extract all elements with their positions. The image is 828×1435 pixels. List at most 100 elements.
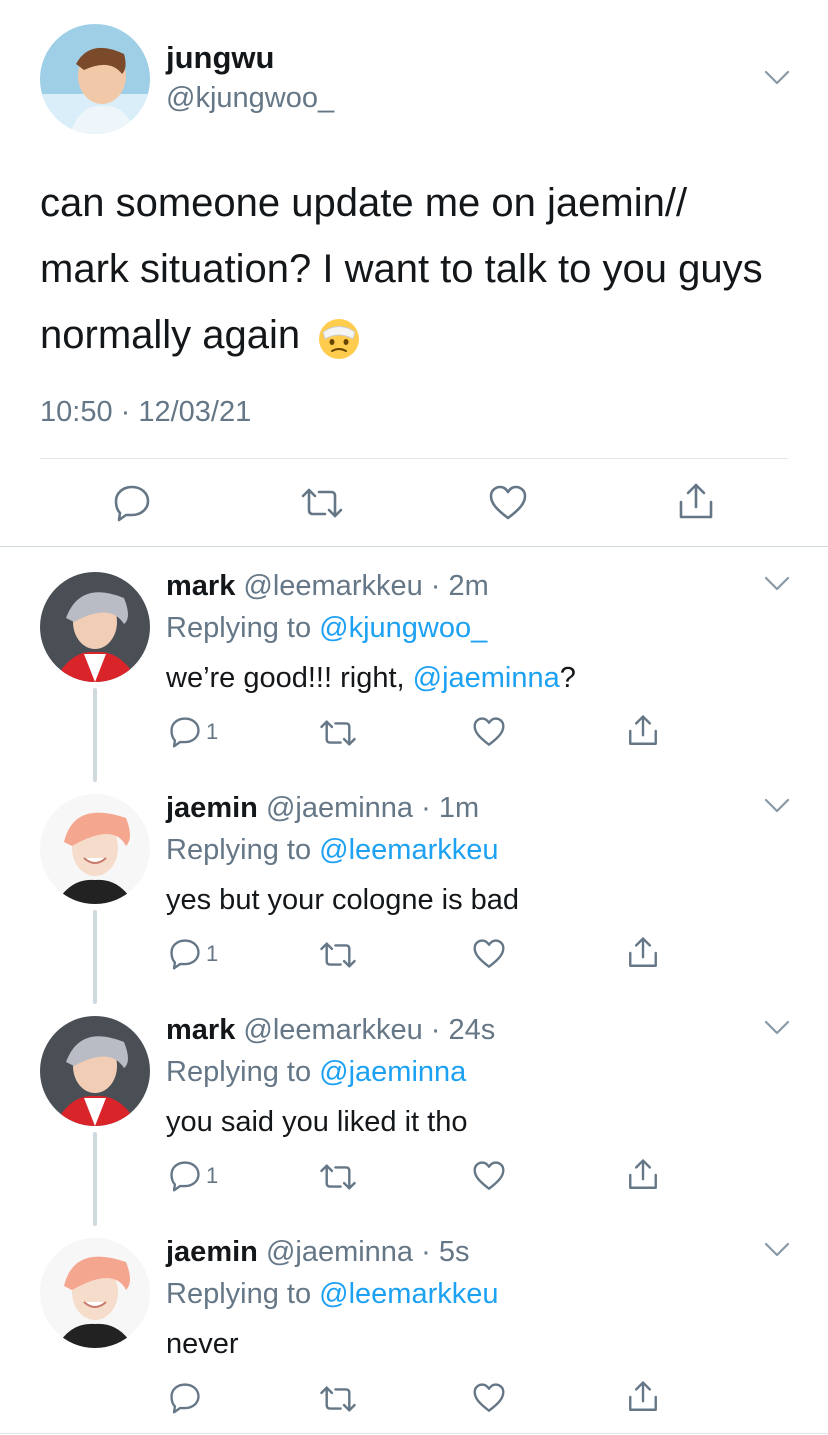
reply-mention-link[interactable]: @jaeminna <box>413 662 560 694</box>
reply-handle-time[interactable]: @jaeminna · 5s <box>266 1236 470 1268</box>
retweet-icon <box>320 720 356 746</box>
chevron-down-icon[interactable] <box>764 1020 790 1036</box>
main-tweet-body: can someone update me on jaemin// mark s… <box>40 181 763 357</box>
reply-icon <box>170 1161 200 1192</box>
reply-reply-button[interactable]: 1 <box>168 938 218 970</box>
reply-retweet-button[interactable] <box>318 1384 358 1414</box>
avatar-photo <box>40 24 150 134</box>
reply-like-button[interactable] <box>472 716 506 748</box>
reply-header: jaemin @jaeminna · 5s <box>166 1236 469 1269</box>
reply-share-button[interactable] <box>626 1158 660 1192</box>
thread-line <box>93 910 97 1004</box>
thread-line <box>93 688 97 782</box>
main-reply-button[interactable] <box>112 484 152 522</box>
reply-display-name[interactable]: mark <box>166 1014 235 1046</box>
reply-reply-button[interactable]: 1 <box>168 1160 218 1192</box>
share-icon <box>629 1159 657 1189</box>
retweet-icon <box>320 1164 356 1190</box>
main-avatar[interactable] <box>40 24 150 134</box>
replying-to-prefix: Replying to <box>166 612 312 644</box>
replying-to-prefix: Replying to <box>166 1056 312 1088</box>
share-icon <box>629 937 657 967</box>
reply-handle-time[interactable]: @leemarkkeu · 2m <box>243 570 488 602</box>
reply-retweet-button[interactable] <box>318 1162 358 1192</box>
reply-header: mark @leemarkkeu · 2m <box>166 570 489 603</box>
thread-line <box>93 1132 97 1226</box>
replying-to-prefix: Replying to <box>166 1278 312 1310</box>
like-icon <box>473 717 505 746</box>
reply-count: 1 <box>206 941 219 966</box>
chevron-down-icon[interactable] <box>764 1242 790 1258</box>
like-icon <box>473 1161 505 1190</box>
reply-retweet-button[interactable] <box>318 940 358 970</box>
main-retweet-button[interactable] <box>299 486 345 520</box>
retweet-icon <box>320 942 356 968</box>
reply-avatar-jaemin[interactable] <box>40 794 150 904</box>
reply-avatar-jaemin[interactable] <box>40 1238 150 1348</box>
avatar-photo <box>40 1238 150 1348</box>
reply-display-name[interactable]: mark <box>166 570 235 602</box>
reply-like-button[interactable] <box>472 1382 506 1414</box>
reply-avatar-mark[interactable] <box>40 572 150 682</box>
share-icon <box>679 483 713 519</box>
avatar-photo <box>40 572 150 682</box>
reply-reply-button[interactable] <box>168 1382 206 1414</box>
replying-to-mention[interactable]: @jaeminna <box>319 1056 466 1088</box>
replying-to: Replying to @leemarkkeu <box>166 1278 499 1311</box>
reply-icon <box>114 485 150 522</box>
bandage-face-emoji <box>317 315 361 360</box>
like-icon <box>473 939 505 968</box>
retweet-icon <box>320 1386 356 1412</box>
main-handle[interactable]: @kjungwoo_ <box>166 82 334 115</box>
replying-to-mention[interactable]: @leemarkkeu <box>319 834 498 866</box>
main-share-button[interactable] <box>676 482 716 522</box>
replying-to: Replying to @kjungwoo_ <box>166 612 487 645</box>
reply-header: jaemin @jaeminna · 1m <box>166 792 479 825</box>
section-divider <box>0 546 828 547</box>
replying-to-mention[interactable]: @leemarkkeu <box>319 1278 498 1310</box>
reply-handle-time[interactable]: @jaeminna · 1m <box>266 792 479 824</box>
reply-reply-button[interactable]: 1 <box>168 716 218 748</box>
reply-text: never <box>166 1328 239 1360</box>
reply-display-name[interactable]: jaemin <box>166 792 258 824</box>
reply-header: mark @leemarkkeu · 24s <box>166 1014 495 1047</box>
chevron-down-icon[interactable] <box>764 798 790 814</box>
reply-icon <box>170 1383 200 1414</box>
reply-text: yes but your cologne is bad <box>166 884 520 916</box>
replying-to: Replying to @jaeminna <box>166 1056 466 1089</box>
reply-like-button[interactable] <box>472 1160 506 1192</box>
replying-to: Replying to @leemarkkeu <box>166 834 499 867</box>
reply-retweet-button[interactable] <box>318 718 358 748</box>
reply-display-name[interactable]: jaemin <box>166 1236 258 1268</box>
reply-handle-time[interactable]: @leemarkkeu · 24s <box>243 1014 495 1046</box>
chevron-down-icon[interactable] <box>764 576 790 592</box>
reply-text: we’re good!!! right, @jaeminna? <box>166 662 576 695</box>
replying-to-mention[interactable]: @kjungwoo_ <box>319 612 487 644</box>
reply-icon <box>170 717 200 748</box>
reply-text-part: we’re good!!! right, <box>166 662 413 694</box>
replying-to-prefix: Replying to <box>166 834 312 866</box>
reply-share-button[interactable] <box>626 1380 660 1414</box>
reply-icon <box>170 939 200 970</box>
like-icon <box>489 485 527 520</box>
reply-share-button[interactable] <box>626 714 660 748</box>
reply-share-button[interactable] <box>626 936 660 970</box>
main-like-button[interactable] <box>488 484 528 522</box>
retweet-icon <box>301 488 343 518</box>
reply-text: you said you liked it tho <box>166 1106 468 1138</box>
bottom-divider <box>0 1433 828 1434</box>
chevron-down-icon[interactable] <box>764 70 790 86</box>
avatar-photo <box>40 794 150 904</box>
share-icon <box>629 715 657 745</box>
main-display-name[interactable]: jungwu <box>166 40 274 76</box>
avatar-photo <box>40 1016 150 1126</box>
share-icon <box>629 1381 657 1411</box>
reply-count: 1 <box>206 719 219 744</box>
reply-like-button[interactable] <box>472 938 506 970</box>
reply-text-part: ? <box>559 662 576 694</box>
divider <box>40 458 788 459</box>
main-timestamp[interactable]: 10:50 · 12/03/21 <box>40 396 251 429</box>
main-tweet-text: can someone update me on jaemin// mark s… <box>40 170 780 368</box>
like-icon <box>473 1383 505 1412</box>
reply-avatar-mark[interactable] <box>40 1016 150 1126</box>
